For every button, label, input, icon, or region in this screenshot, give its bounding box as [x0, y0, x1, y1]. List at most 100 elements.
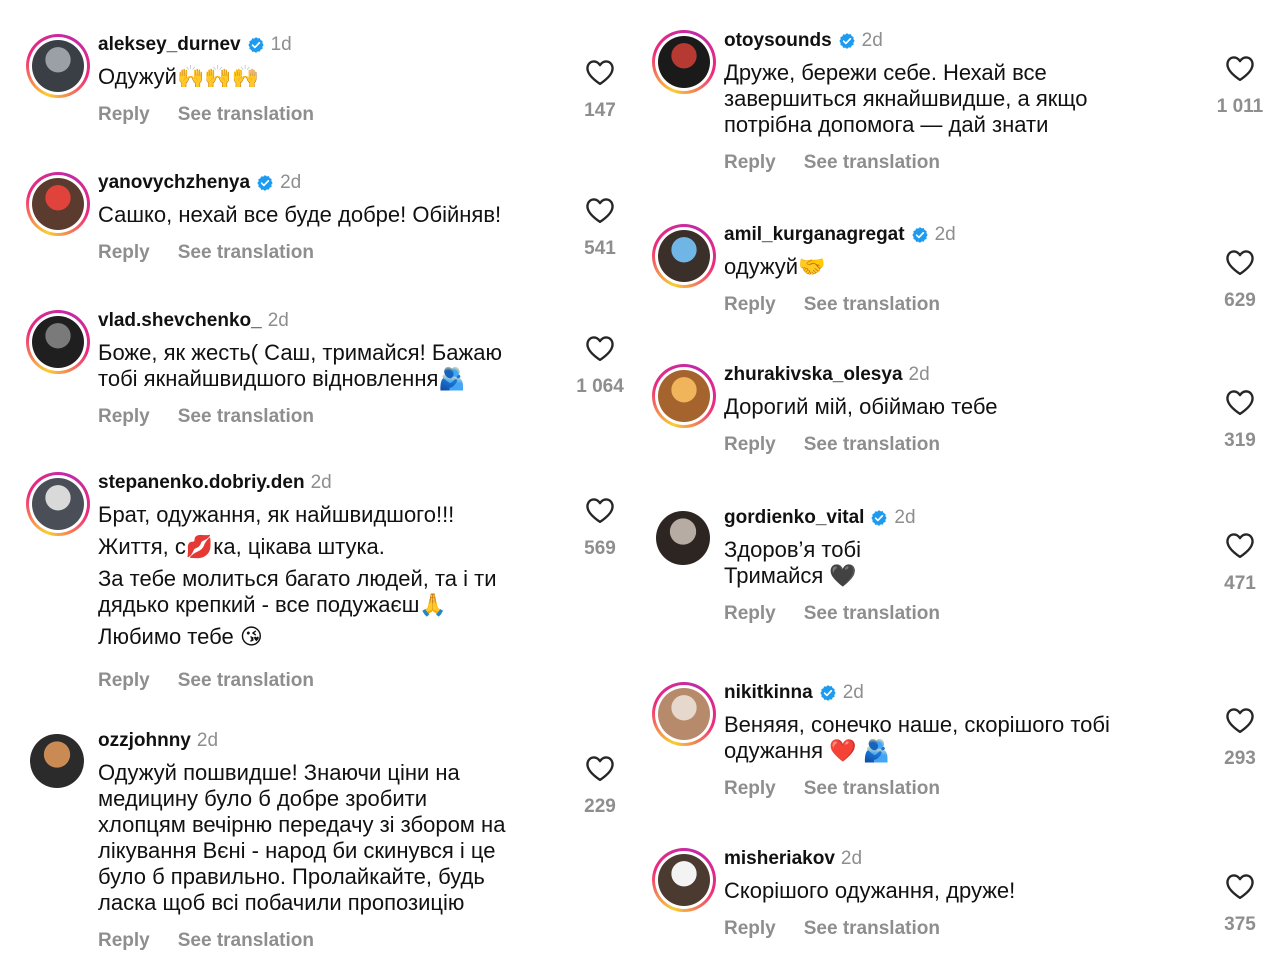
comment-header: aleksey_durnev 1d	[98, 34, 292, 56]
comment: amil_kurganagregat 2d одужуй🤝 Reply See tran…	[652, 224, 1272, 344]
comment-text: Боже, як жесть( Саш, тримайся! Бажаю	[98, 340, 502, 365]
comment-header: nikitkinna 2d	[724, 682, 864, 704]
timestamp: 2d	[894, 507, 916, 528]
comment-text: завершиться якнайшвидше, а якщо	[724, 86, 1088, 111]
avatar[interactable]	[652, 364, 716, 428]
heart-icon[interactable]	[1210, 248, 1270, 276]
like-control: 375	[1210, 872, 1270, 936]
username-link[interactable]: nikitkinna	[724, 682, 813, 704]
avatar[interactable]	[26, 310, 90, 374]
like-count: 569	[584, 538, 616, 559]
reply-button[interactable]: Reply	[724, 294, 776, 316]
comment-actions: Reply See translation	[724, 152, 940, 174]
see-translation-button[interactable]: See translation	[178, 670, 314, 692]
reply-button[interactable]: Reply	[98, 930, 150, 952]
like-control: 293	[1210, 706, 1270, 770]
comment-actions: Reply See translation	[724, 294, 940, 316]
see-translation-button[interactable]: See translation	[804, 294, 940, 316]
heart-icon[interactable]	[570, 334, 630, 362]
comment-actions: Reply See translation	[98, 104, 314, 126]
heart-icon[interactable]	[570, 196, 630, 224]
comment-header: amil_kurganagregat 2d	[724, 224, 956, 246]
comment-text: Брат, одужання, як найшвидшого!!!	[98, 502, 455, 527]
reply-button[interactable]: Reply	[724, 778, 776, 800]
see-translation-button[interactable]: See translation	[804, 152, 940, 174]
comment-text: Друже, бережи себе. Нехай все	[724, 60, 1047, 85]
avatar[interactable]	[26, 472, 90, 536]
heart-icon[interactable]	[570, 496, 630, 524]
like-count: 541	[584, 238, 616, 259]
username-link[interactable]: yanovychzhenya	[98, 172, 250, 194]
username-link[interactable]: otoysounds	[724, 30, 832, 52]
avatar[interactable]	[26, 730, 90, 794]
heart-icon[interactable]	[1210, 54, 1270, 82]
avatar[interactable]	[652, 682, 716, 746]
timestamp: 2d	[908, 364, 930, 385]
avatar[interactable]	[652, 30, 716, 94]
username-link[interactable]: stepanenko.dobriy.den	[98, 472, 305, 494]
avatar[interactable]	[26, 172, 90, 236]
heart-icon[interactable]	[570, 58, 630, 86]
avatar-photo	[658, 230, 710, 282]
heart-icon[interactable]	[1210, 872, 1270, 900]
username-link[interactable]: aleksey_durnev	[98, 34, 241, 56]
like-count: 1 011	[1216, 96, 1264, 117]
comment-text: За тебе молиться багато людей, та і ти	[98, 566, 497, 591]
reply-button[interactable]: Reply	[724, 152, 776, 174]
reply-button[interactable]: Reply	[98, 406, 150, 428]
see-translation-button[interactable]: See translation	[804, 918, 940, 940]
comment-actions: Reply See translation	[98, 930, 314, 952]
like-count: 319	[1224, 430, 1256, 451]
reply-button[interactable]: Reply	[724, 918, 776, 940]
timestamp: 2d	[280, 172, 302, 193]
username-link[interactable]: misheriakov	[724, 848, 835, 870]
comment-text: лікування Вєні - народ би скинувся і це	[98, 838, 496, 863]
comment-actions: Reply See translation	[724, 918, 940, 940]
see-translation-button[interactable]: See translation	[804, 603, 940, 625]
see-translation-button[interactable]: See translation	[804, 778, 940, 800]
avatar[interactable]	[652, 507, 716, 571]
heart-icon[interactable]	[1210, 388, 1270, 416]
avatar[interactable]	[652, 224, 716, 288]
see-translation-button[interactable]: See translation	[178, 242, 314, 264]
username-link[interactable]: vlad.shevchenko_	[98, 310, 262, 332]
comment-header: vlad.shevchenko_ 2d	[98, 310, 289, 332]
like-count: 147	[584, 100, 616, 121]
reply-button[interactable]: Reply	[98, 670, 150, 692]
comment: ozzjohnny 2d Одужуй пошвидше! Знаючи ціни …	[26, 730, 636, 951]
username-link[interactable]: ozzjohnny	[98, 730, 191, 752]
avatar-photo	[658, 370, 710, 422]
comment-header: ozzjohnny 2d	[98, 730, 218, 752]
timestamp: 1d	[270, 34, 292, 55]
avatar[interactable]	[26, 34, 90, 98]
comment-text: одужуй🤝	[724, 254, 826, 279]
reply-button[interactable]: Reply	[98, 104, 150, 126]
avatar[interactable]	[652, 848, 716, 912]
see-translation-button[interactable]: See translation	[804, 434, 940, 456]
like-control: 569	[570, 496, 630, 560]
username-link[interactable]: amil_kurganagregat	[724, 224, 905, 246]
like-control: 471	[1210, 531, 1270, 595]
comment-actions: Reply See translation	[98, 242, 314, 264]
username-link[interactable]: zhurakivska_olesya	[724, 364, 903, 386]
comment-text: Одужуй🙌🙌🙌	[98, 64, 260, 89]
see-translation-button[interactable]: See translation	[178, 930, 314, 952]
reply-button[interactable]: Reply	[724, 603, 776, 625]
heart-icon[interactable]	[1210, 531, 1270, 559]
timestamp: 2d	[842, 682, 864, 703]
heart-icon[interactable]	[1210, 706, 1270, 734]
verified-badge-icon	[870, 509, 888, 527]
comment: stepanenko.dobriy.den 2d Брат, одужання, я…	[26, 472, 636, 691]
comment: gordienko_vital 2d Здоров’я тобі Тримайся 🖤…	[652, 507, 1272, 627]
reply-button[interactable]: Reply	[98, 242, 150, 264]
avatar-photo	[658, 688, 710, 740]
username-link[interactable]: gordienko_vital	[724, 507, 864, 529]
comment-text: Любимо тебе 😘	[98, 624, 263, 649]
see-translation-button[interactable]: See translation	[178, 406, 314, 428]
comment-actions: Reply See translation	[724, 434, 940, 456]
heart-icon[interactable]	[570, 754, 630, 782]
see-translation-button[interactable]: See translation	[178, 104, 314, 126]
avatar-photo	[30, 734, 84, 788]
comment-text: Дорогий мій, обіймаю тебе	[724, 394, 998, 419]
reply-button[interactable]: Reply	[724, 434, 776, 456]
